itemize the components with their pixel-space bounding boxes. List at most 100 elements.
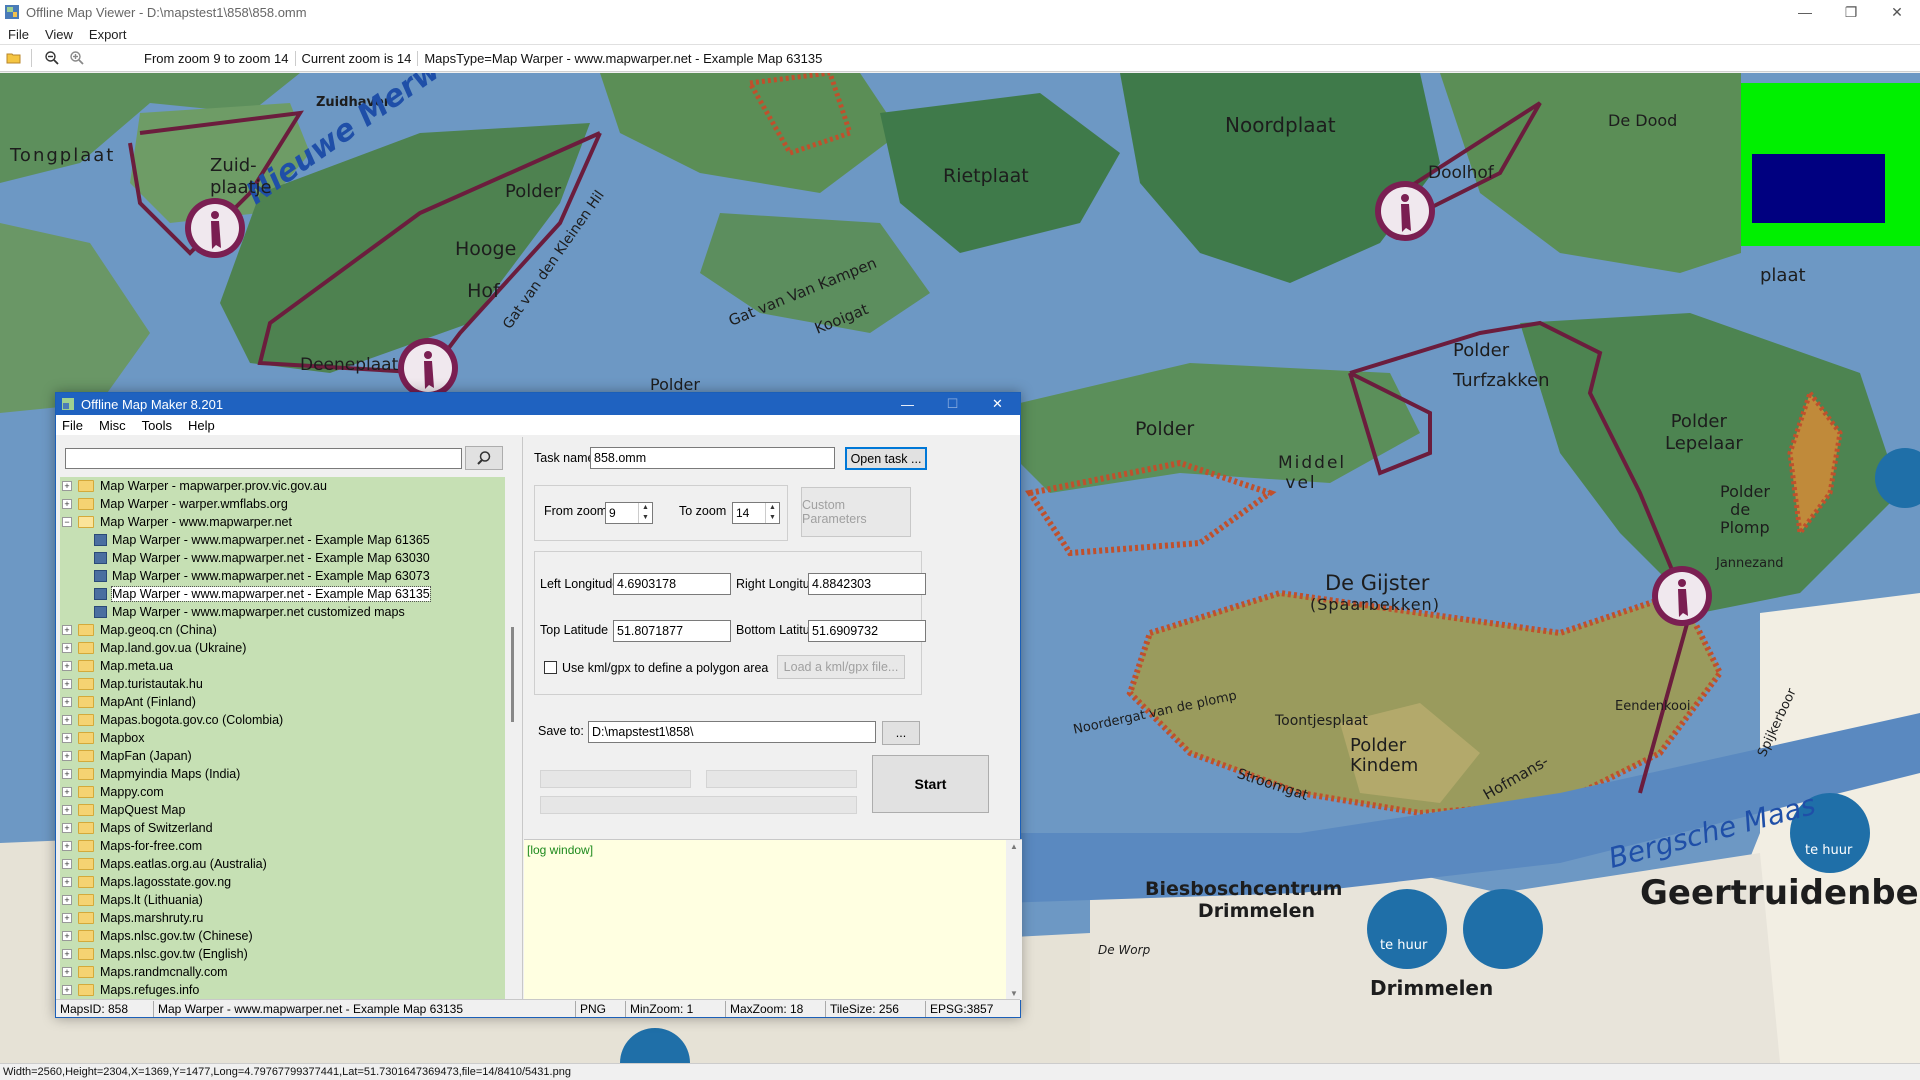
tree-scrollbar[interactable] (505, 477, 521, 999)
browse-folder-button[interactable]: ... (882, 721, 920, 745)
tree-folder-item[interactable]: + Maps.lt (Lithuania) (60, 891, 505, 909)
spinner-arrows[interactable]: ▲ ▼ (638, 503, 652, 523)
search-input[interactable] (65, 448, 462, 469)
zoom-in-button[interactable] (66, 47, 88, 69)
tree-folder-item[interactable]: + Maps.refuges.info (60, 981, 505, 999)
tree-folder-item[interactable]: + Maps.eatlas.org.au (Australia) (60, 855, 505, 873)
map-label-te-huur-1: te huur (1380, 938, 1428, 953)
expand-icon[interactable]: + (62, 625, 72, 635)
expand-icon[interactable]: + (62, 895, 72, 905)
log-scrollbar[interactable]: ▲ ▼ (1006, 840, 1022, 1000)
menu-export[interactable]: Export (81, 27, 135, 42)
dialog-menu-help[interactable]: Help (180, 418, 223, 433)
tree-map-item[interactable]: Map Warper - www.mapwarper.net customize… (60, 603, 505, 621)
expand-icon[interactable]: + (62, 679, 72, 689)
dialog-minimize-button[interactable]: — (885, 393, 930, 415)
maps-tree[interactable]: + Map Warper - mapwarper.prov.vic.gov.au +… (60, 477, 505, 999)
left-longitude-input[interactable] (613, 573, 731, 595)
menu-file[interactable]: File (0, 27, 37, 42)
task-name-input[interactable] (590, 447, 835, 469)
expand-icon[interactable]: + (62, 643, 72, 653)
scroll-up-arrow-icon[interactable]: ▲ (1006, 840, 1022, 851)
tree-folder-item[interactable]: + Maps-for-free.com (60, 837, 505, 855)
expand-icon[interactable]: + (62, 805, 72, 815)
expand-icon[interactable]: + (62, 751, 72, 761)
expand-icon[interactable]: + (62, 787, 72, 797)
folder-icon (78, 948, 94, 960)
expand-icon[interactable]: + (62, 913, 72, 923)
tree-folder-item[interactable]: + Map.geoq.cn (China) (60, 621, 505, 639)
tree-map-item[interactable]: Map Warper - www.mapwarper.net - Example… (60, 567, 505, 585)
folder-icon (78, 876, 94, 888)
tree-map-item[interactable]: Map Warper - www.mapwarper.net - Example… (60, 585, 505, 603)
maximize-button[interactable]: ❐ (1828, 0, 1874, 24)
bottom-latitude-input[interactable] (808, 620, 926, 642)
start-button[interactable]: Start (872, 755, 989, 813)
tree-folder-item[interactable]: + Map Warper - mapwarper.prov.vic.gov.au (60, 477, 505, 495)
tree-folder-item[interactable]: + Maps.nlsc.gov.tw (Chinese) (60, 927, 505, 945)
dialog-maximize-button[interactable]: ☐ (930, 393, 975, 415)
kml-polygon-checkbox[interactable] (544, 661, 557, 674)
tree-folder-item[interactable]: + Map.land.gov.ua (Ukraine) (60, 639, 505, 657)
open-task-button[interactable]: Open task ... (845, 447, 927, 470)
dialog-close-button[interactable]: ✕ (975, 393, 1020, 415)
load-kml-button[interactable]: Load a kml/gpx file... (777, 655, 905, 679)
expand-icon[interactable]: + (62, 769, 72, 779)
log-window[interactable]: [log window] ▲ ▼ (524, 839, 1022, 1000)
custom-parameters-button[interactable]: Custom Parameters (801, 487, 911, 537)
expand-icon[interactable]: + (62, 715, 72, 725)
tree-map-item[interactable]: Map Warper - www.mapwarper.net - Example… (60, 549, 505, 567)
expand-icon[interactable]: + (62, 499, 72, 509)
tree-folder-item[interactable]: + Map.turistautak.hu (60, 675, 505, 693)
tree-folder-item[interactable]: + Mapas.bogota.gov.co (Colombia) (60, 711, 505, 729)
tree-folder-item[interactable]: + Maps.randmcnally.com (60, 963, 505, 981)
dialog-menu-misc[interactable]: Misc (91, 418, 134, 433)
close-button[interactable]: ✕ (1874, 0, 1920, 24)
tree-folder-item[interactable]: + Mapmyindia Maps (India) (60, 765, 505, 783)
tree-folder-item[interactable]: + MapAnt (Finland) (60, 693, 505, 711)
tree-folder-item[interactable]: + Map Warper - warper.wmflabs.org (60, 495, 505, 513)
menu-view[interactable]: View (37, 27, 81, 42)
tree-item-label: Map Warper - www.mapwarper.net - Example… (112, 569, 430, 583)
tree-folder-item[interactable]: − Map Warper - www.mapwarper.net (60, 513, 505, 531)
collapse-icon[interactable]: − (62, 517, 72, 527)
search-button[interactable] (465, 446, 503, 470)
expand-icon[interactable]: + (62, 841, 72, 851)
expand-icon[interactable]: + (62, 859, 72, 869)
top-latitude-input[interactable] (613, 620, 731, 642)
expand-icon[interactable]: + (62, 697, 72, 707)
tree-folder-item[interactable]: + Map.meta.ua (60, 657, 505, 675)
right-longitude-input[interactable] (808, 573, 926, 595)
save-to-input[interactable] (588, 721, 876, 743)
tree-folder-item[interactable]: + MapQuest Map (60, 801, 505, 819)
expand-icon[interactable]: + (62, 481, 72, 491)
minimize-button[interactable]: — (1782, 0, 1828, 24)
scroll-down-arrow-icon[interactable]: ▼ (1006, 989, 1022, 998)
expand-icon[interactable]: + (62, 733, 72, 743)
tree-folder-item[interactable]: + Maps.marshruty.ru (60, 909, 505, 927)
tree-folder-item[interactable]: + Mappy.com (60, 783, 505, 801)
expand-icon[interactable]: + (62, 661, 72, 671)
open-folder-button[interactable] (3, 47, 25, 69)
expand-icon[interactable]: + (62, 931, 72, 941)
tree-folder-item[interactable]: + Maps of Switzerland (60, 819, 505, 837)
tree-map-item[interactable]: Map Warper - www.mapwarper.net - Example… (60, 531, 505, 549)
zoom-out-button[interactable] (41, 47, 63, 69)
tree-folder-item[interactable]: + Maps.nlsc.gov.tw (English) (60, 945, 505, 963)
dialog-menu-tools[interactable]: Tools (134, 418, 180, 433)
expand-icon[interactable]: + (62, 985, 72, 995)
expand-icon[interactable]: + (62, 823, 72, 833)
coords-statusbar: Width=2560,Height=2304,X=1369,Y=1477,Lon… (0, 1063, 1920, 1080)
expand-icon[interactable]: + (62, 949, 72, 959)
tree-folder-item[interactable]: + Maps.lagosstate.gov.ng (60, 873, 505, 891)
tree-scrollbar-thumb[interactable] (511, 627, 514, 722)
dialog-menu-file[interactable]: File (56, 418, 91, 433)
folder-icon (78, 732, 94, 744)
expand-icon[interactable]: + (62, 967, 72, 977)
tree-folder-item[interactable]: + MapFan (Japan) (60, 747, 505, 765)
spinner-arrows[interactable]: ▲ ▼ (765, 503, 779, 523)
from-zoom-spinner[interactable]: 9 ▲ ▼ (605, 502, 653, 524)
tree-folder-item[interactable]: + Mapbox (60, 729, 505, 747)
expand-icon[interactable]: + (62, 877, 72, 887)
to-zoom-spinner[interactable]: 14 ▲ ▼ (732, 502, 780, 524)
